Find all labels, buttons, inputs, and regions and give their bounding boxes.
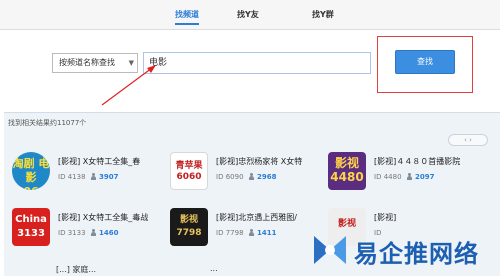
id-label: ID (216, 229, 224, 237)
watermark: 易企推网络 (300, 224, 500, 276)
channel-title[interactable]: [影视]忠烈杨家将 X女特 (216, 156, 318, 167)
channel-title[interactable]: [影视] X女特工全集_春 (58, 156, 160, 167)
channel-title[interactable]: [影视] X女特工全集_毒战 (58, 212, 160, 223)
user-icon (90, 173, 97, 180)
channel-logo: 影视 7798 (170, 208, 208, 246)
channel-meta: ID 3133 1460 (58, 229, 118, 237)
channel-card[interactable]: 淘剧 电影 6060 [影视] X女特工全集_春 ID 4138 3907 (12, 152, 160, 198)
watermark-logo-icon (314, 236, 346, 264)
user-icon (248, 229, 255, 236)
partial-channel-title[interactable]: [...] 家庭... (56, 264, 96, 275)
id-label: ID (374, 173, 382, 181)
channel-id: 7798 (225, 229, 244, 237)
channel-logo: China 3133 (12, 208, 50, 246)
id-label: ID (216, 173, 224, 181)
watermark-text: 易企推网络 (354, 240, 479, 268)
channel-logo: 影视 4480 (328, 152, 366, 190)
channel-id: 4480 (383, 173, 402, 181)
channel-meta: ID 4480 2097 (374, 173, 434, 181)
search-input[interactable]: 电影 (143, 52, 371, 74)
channel-card[interactable]: 青苹果 6060 [影视]忠烈杨家将 X女特 ID 6090 2968 (170, 152, 318, 198)
tab-find-channel[interactable]: 找频道 (175, 9, 199, 25)
channel-title[interactable]: [影视]４４８０首播影院 (374, 156, 476, 167)
user-icon (406, 173, 413, 180)
channel-title[interactable]: [影视] (374, 212, 476, 223)
member-count: 1460 (99, 229, 119, 237)
member-count: 2968 (257, 173, 277, 181)
channel-logo: 淘剧 电影 6060 (12, 152, 50, 190)
id-label: ID (58, 229, 66, 237)
channel-meta: ID 7798 1411 (216, 229, 276, 237)
search-button[interactable]: 查找 (395, 50, 455, 74)
result-count: 找到相关结果约11077个 (8, 119, 87, 127)
channel-meta: ID 6090 2968 (216, 173, 276, 181)
channel-card[interactable]: China 3133 [影视] X女特工全集_毒战 ID 3133 1460 (12, 208, 160, 254)
channel-id: 4138 (67, 173, 86, 181)
annotation-arrow-icon (101, 65, 156, 106)
channel-card[interactable]: 影视 4480 [影视]４４８０首播影院 ID 4480 2097 (328, 152, 476, 198)
channel-id: 6090 (225, 173, 244, 181)
user-icon (90, 229, 97, 236)
tab-find-friend[interactable]: 找Y友 (237, 9, 259, 25)
top-tab-bar: 找频道 找Y友 找Y群 (0, 0, 500, 30)
member-count: 3907 (99, 173, 119, 181)
channel-id: 3133 (67, 229, 86, 237)
tab-find-group[interactable]: 找Y群 (312, 9, 334, 25)
user-icon (248, 173, 255, 180)
channel-title[interactable]: [影视]北京遇上西雅图/ (216, 212, 318, 223)
channel-meta: ID 4138 3907 (58, 173, 118, 181)
id-label: ID (58, 173, 66, 181)
page-scroll-control[interactable]: ‹ › (448, 134, 488, 146)
member-count: 1411 (257, 229, 277, 237)
member-count: 2097 (415, 173, 435, 181)
partial-channel-title[interactable]: ... (210, 264, 218, 273)
channel-logo: 青苹果 6060 (170, 152, 208, 190)
channel-card[interactable]: 影视 7798 [影视]北京遇上西雅图/ ID 7798 1411 (170, 208, 318, 254)
